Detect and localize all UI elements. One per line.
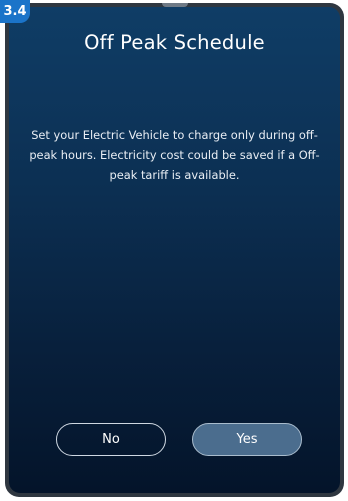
yes-button[interactable]: Yes <box>192 423 302 456</box>
off-peak-dialog: Off Peak Schedule Set your Electric Vehi… <box>9 7 340 493</box>
no-button[interactable]: No <box>56 423 166 456</box>
step-badge: 3.4 <box>0 0 30 23</box>
device-frame: Off Peak Schedule Set your Electric Vehi… <box>5 3 344 497</box>
dialog-description: Set your Electric Vehicle to charge only… <box>29 128 320 182</box>
dialog-title: Off Peak Schedule <box>84 31 265 54</box>
